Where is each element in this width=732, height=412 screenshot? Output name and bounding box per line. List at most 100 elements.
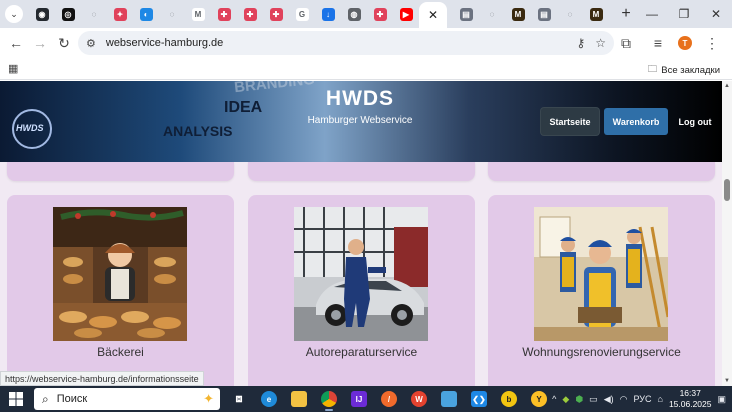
menu-dots-icon[interactable]: ⋮ — [700, 31, 724, 55]
chrome-icon[interactable] — [316, 386, 342, 412]
tab-red-2[interactable]: ✚ — [237, 2, 263, 26]
file-explorer-icon[interactable] — [286, 386, 312, 412]
renovation-photo[interactable] — [534, 207, 668, 341]
tab-active[interactable]: ✕ — [419, 2, 447, 28]
extensions-icon[interactable]: ⧉ — [614, 31, 638, 55]
service-caption[interactable]: Autoreparaturservice — [248, 345, 475, 359]
password-key-icon[interactable]: ⚷ — [576, 36, 585, 50]
taskbar-apps: ⧈ e IJ / W ❮❯ b Y — [226, 386, 552, 412]
volume-icon[interactable]: ◀) — [604, 394, 614, 405]
profile-avatar[interactable]: T — [678, 36, 692, 50]
tab-red-4[interactable]: ✚ — [367, 2, 393, 26]
yellow-b-icon[interactable]: b — [496, 386, 522, 412]
tab-messenger[interactable]: ◐ — [133, 2, 159, 26]
tab-blank-1[interactable]: ◌ — [81, 2, 107, 26]
tab-blank-4[interactable]: ◌ — [557, 2, 583, 26]
close-window-icon[interactable]: ✕ — [700, 0, 732, 28]
tab-downloads-favicon-icon: ↓ — [321, 7, 335, 21]
tab-globe-favicon-icon: ◍ — [347, 7, 361, 21]
page-scrollbar[interactable]: ▲ ▼ — [722, 81, 732, 386]
tray-icon-misc[interactable]: ⌂ — [658, 394, 663, 404]
reload-icon[interactable]: ↻ — [52, 31, 76, 55]
scroll-up-icon[interactable]: ▲ — [724, 83, 730, 89]
tab-chatgpt[interactable]: ◎ — [55, 2, 81, 26]
apps-grid-icon[interactable]: ▦ — [8, 62, 18, 75]
battery-icon[interactable]: ▭ — [589, 394, 598, 405]
tray-shield-icon[interactable]: ⬢ — [575, 394, 583, 405]
media-queue-icon[interactable]: ≡ — [646, 31, 670, 55]
tray-app-icon[interactable]: ◆ — [562, 394, 569, 405]
tab-blank-4-favicon-icon: ◌ — [563, 7, 577, 21]
tab-google[interactable]: G — [289, 2, 315, 26]
tab-figma-like[interactable]: ✦ — [107, 2, 133, 26]
tray-expand-icon[interactable]: ^ — [552, 394, 556, 404]
tab-red-1-favicon-icon: ✚ — [217, 7, 231, 21]
service-caption[interactable]: Wohnungsrenovierungservice — [488, 345, 715, 359]
vscode-icon[interactable]: ❮❯ — [466, 386, 492, 412]
hero-word-branding: BRANDING — [233, 81, 316, 97]
minimize-icon[interactable]: — — [636, 0, 668, 28]
service-card-baeckerei[interactable]: Bäckerei — [7, 195, 234, 386]
input-language[interactable]: РУС — [633, 394, 651, 404]
hero-word-analysis: ANALYSIS — [163, 123, 233, 139]
tab-printer-2[interactable]: ▤ — [531, 2, 557, 26]
site-info-icon[interactable]: ⚙ — [86, 37, 96, 50]
tab-downloads[interactable]: ↓ — [315, 2, 341, 26]
tab-youtube-favicon-icon: ▶ — [399, 7, 413, 21]
tab-gmail[interactable]: M — [185, 2, 211, 26]
scroll-down-icon[interactable]: ▼ — [724, 378, 730, 384]
task-view-icon[interactable]: ⧈ — [226, 386, 252, 412]
windows-taskbar: ⌕ Поиск ✦ ⧈ e IJ / W ❮❯ b Y ^ ◆ ⬢ ▭ ◀) ◠… — [0, 386, 732, 412]
orange-app-icon[interactable]: / — [376, 386, 402, 412]
tab-red-3[interactable]: ✚ — [263, 2, 289, 26]
new-tab-button[interactable]: + — [615, 5, 637, 23]
tab-red-1[interactable]: ✚ — [211, 2, 237, 26]
tab-list: ◉ ◎ ◌ ✦ ◐ ◌ M ✚ ✚ ✚ G ↓ ◍ ✚ ▶ — [29, 2, 419, 26]
tab-m-1[interactable]: M — [505, 2, 531, 26]
back-arrow-icon[interactable]: ← — [4, 31, 28, 55]
bookmark-star-icon[interactable]: ☆ — [595, 36, 606, 50]
tab-gmail-favicon-icon: M — [191, 7, 205, 21]
toolbar-right: ⧉ ≡ T ⋮ — [614, 31, 724, 55]
tab-m-2-favicon-icon: M — [589, 7, 603, 21]
yandex-browser-icon[interactable]: Y — [526, 386, 552, 412]
tab-github[interactable]: ◉ — [29, 2, 55, 26]
bakery-photo[interactable] — [53, 207, 187, 341]
service-card-wohnungsrenovierung[interactable]: Wohnungsrenovierungservice — [488, 195, 715, 386]
taskbar-search-placeholder: Поиск — [56, 393, 88, 405]
car-repair-photo[interactable] — [294, 207, 428, 341]
service-card-autoreparatur[interactable]: Autoreparaturservice — [248, 195, 475, 386]
tab-blank-1-favicon-icon: ◌ — [87, 7, 101, 21]
card-stub — [248, 162, 475, 181]
service-caption[interactable]: Bäckerei — [7, 345, 234, 359]
tab-red-4-favicon-icon: ✚ — [373, 7, 387, 21]
windows-start-icon[interactable] — [0, 386, 32, 412]
nav-startseite-button[interactable]: Startseite — [541, 108, 599, 135]
vivaldi-icon[interactable]: W — [406, 386, 432, 412]
browser-toolbar: ← → ↻ ⚙ webservice-hamburg.de ⚷ ☆ ⧉ ≡ T … — [0, 28, 732, 58]
notifications-icon[interactable]: ▣ — [717, 394, 726, 405]
tab-blank-2[interactable]: ◌ — [159, 2, 185, 26]
scrollbar-thumb[interactable] — [724, 179, 730, 201]
tab-blank-3[interactable]: ◌ — [479, 2, 505, 26]
tab-globe[interactable]: ◍ — [341, 2, 367, 26]
forward-arrow-icon[interactable]: → — [28, 31, 52, 55]
tab-m-2[interactable]: M — [583, 2, 609, 26]
copilot-sparkle-icon: ✦ — [203, 391, 214, 406]
taskbar-clock[interactable]: 16:37 15.06.2025 — [669, 388, 712, 410]
jetbrains-icon[interactable]: IJ — [346, 386, 372, 412]
taskbar-search-box[interactable]: ⌕ Поиск ✦ — [34, 388, 220, 410]
tab-search-icon[interactable]: ⌄ — [5, 5, 23, 23]
nav-logout-button[interactable]: Log out — [672, 108, 718, 135]
all-bookmarks-button[interactable]: 🗀 Все закладки — [648, 62, 720, 78]
restore-icon[interactable]: ❐ — [668, 0, 700, 28]
notepad-icon[interactable] — [436, 386, 462, 412]
address-bar[interactable]: ⚙ webservice-hamburg.de ⚷ ☆ — [78, 31, 614, 55]
tab-printer-1[interactable]: ▤ — [453, 2, 479, 26]
edge-icon[interactable]: e — [256, 386, 282, 412]
wifi-icon[interactable]: ◠ — [620, 394, 628, 405]
close-tab-icon[interactable]: ✕ — [428, 8, 438, 22]
services-section: Bäckerei Autoreparaturservice Wohnungsre… — [0, 162, 722, 386]
tab-youtube[interactable]: ▶ — [393, 2, 419, 26]
nav-warenkorb-button[interactable]: Warenkorb — [604, 108, 668, 135]
